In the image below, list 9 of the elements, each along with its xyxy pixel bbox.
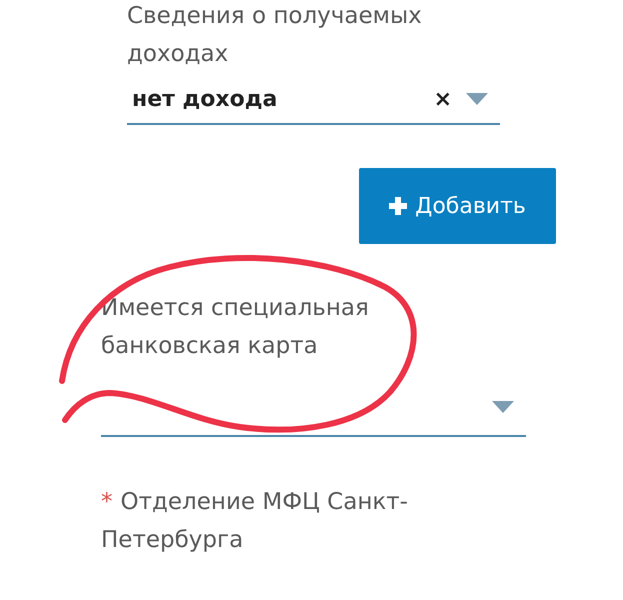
plus-icon xyxy=(389,197,408,215)
add-button[interactable]: Добавить xyxy=(359,168,556,244)
clear-button[interactable]: × xyxy=(434,82,452,116)
field-label: Сведения о получаемых доходах xyxy=(127,3,422,67)
field-label: * Отделение МФЦ Санкт-Петербурга xyxy=(101,488,409,555)
dropdown-arrow-icon xyxy=(466,93,488,105)
dropdown-arrow-icon xyxy=(492,401,514,413)
dropdown-field[interactable]: нет дохода × xyxy=(127,75,500,125)
field-label: Имеется специальная банковская карта xyxy=(101,295,369,359)
